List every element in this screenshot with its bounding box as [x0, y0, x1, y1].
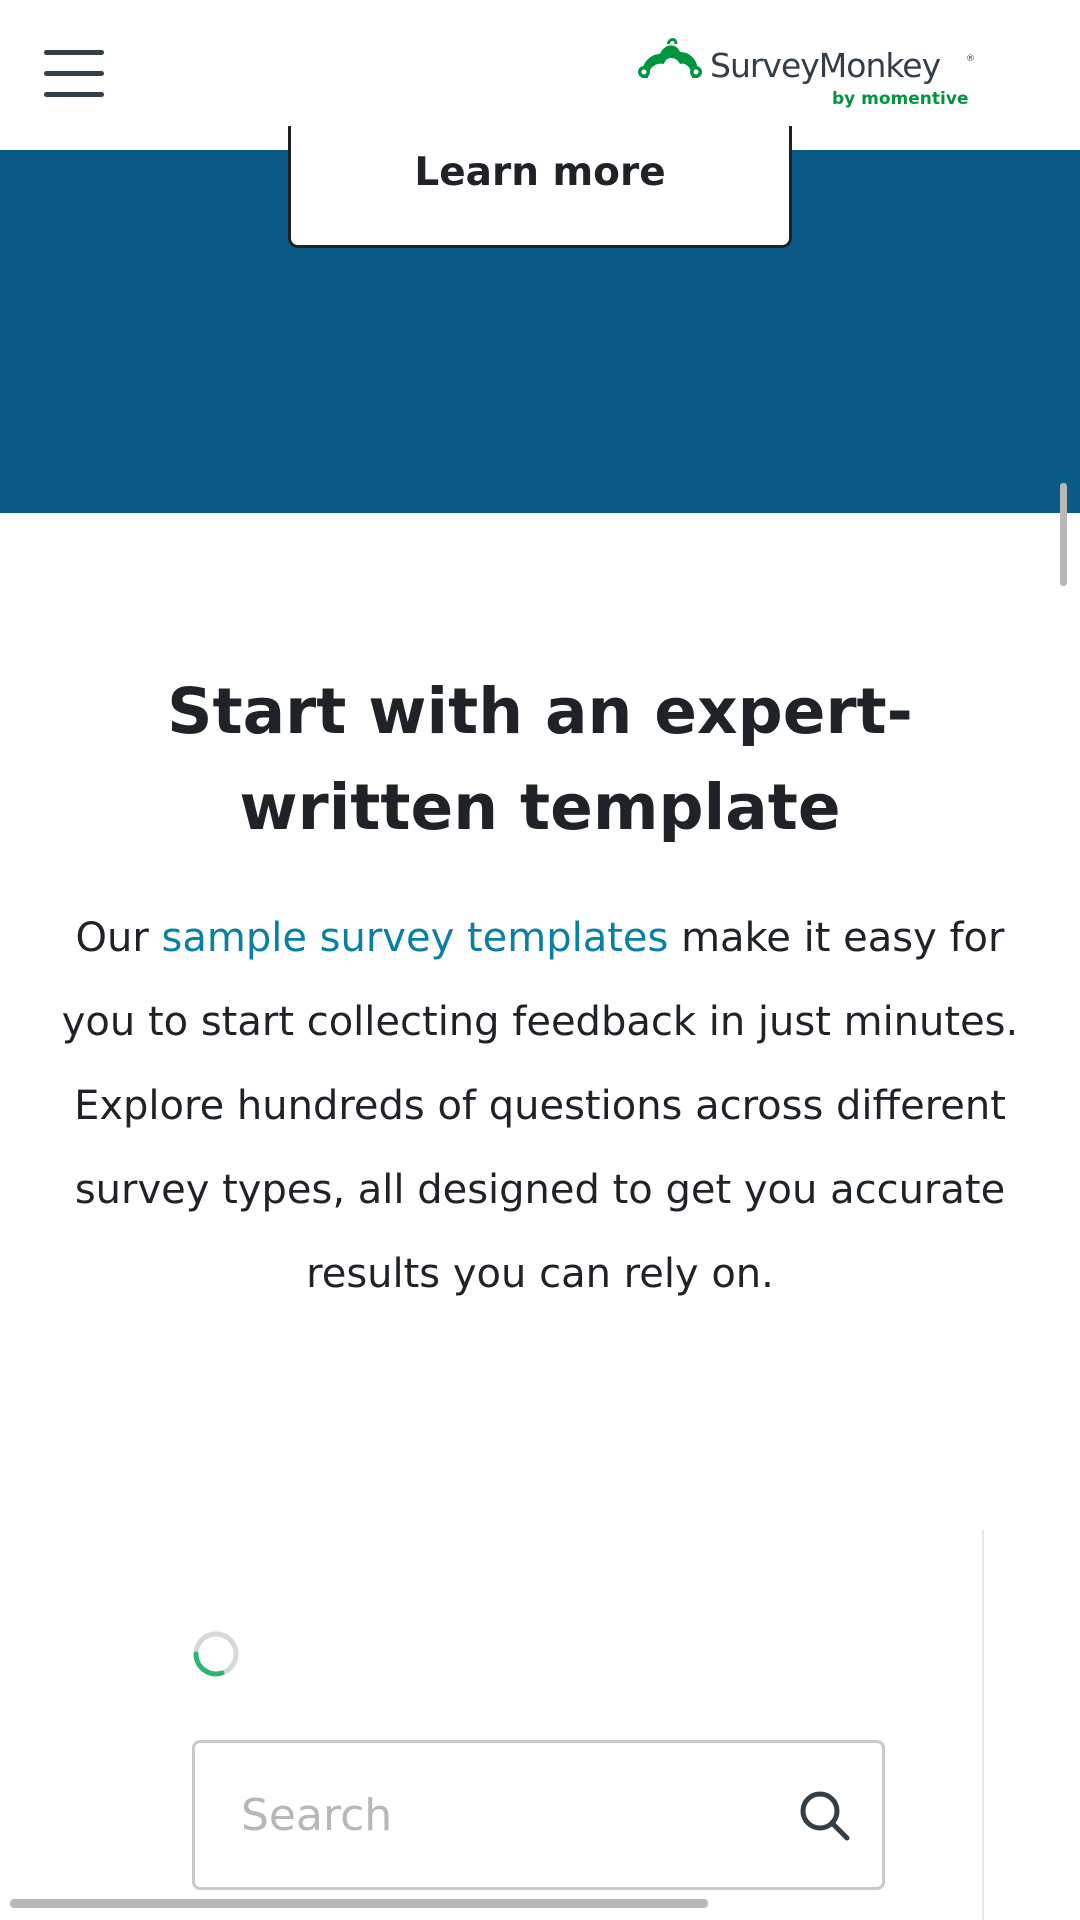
section-title: Start with an expert-written template [167, 675, 913, 844]
logo-tagline: by momentive [832, 89, 969, 109]
description-prefix: Our [75, 915, 162, 961]
search-icon[interactable] [797, 1788, 853, 1844]
learn-more-button[interactable]: Learn more [288, 126, 792, 248]
menu-line [44, 71, 104, 76]
monkey-logo-icon [638, 38, 702, 78]
vertical-scrollbar[interactable] [1060, 483, 1067, 586]
menu-line [44, 50, 104, 55]
section-description: Our sample survey templates make it easy… [40, 896, 1040, 1316]
sample-survey-templates-link[interactable]: sample survey templates [162, 915, 669, 961]
description-suffix: make it easy for you to start collecting… [61, 915, 1019, 1297]
vertical-divider [982, 1530, 984, 1920]
horizontal-scrollbar[interactable] [10, 1899, 708, 1908]
hamburger-menu-icon[interactable] [44, 50, 104, 98]
template-search-box [192, 1740, 885, 1890]
logo-registered-mark: ® [966, 54, 975, 64]
loading-spinner-icon [193, 1631, 239, 1677]
search-input[interactable] [239, 1743, 759, 1887]
logo-wordmark: SurveyMonkey [710, 46, 941, 85]
menu-line [44, 92, 104, 97]
surveymonkey-logo[interactable]: SurveyMonkey ® by momentive [636, 36, 976, 116]
